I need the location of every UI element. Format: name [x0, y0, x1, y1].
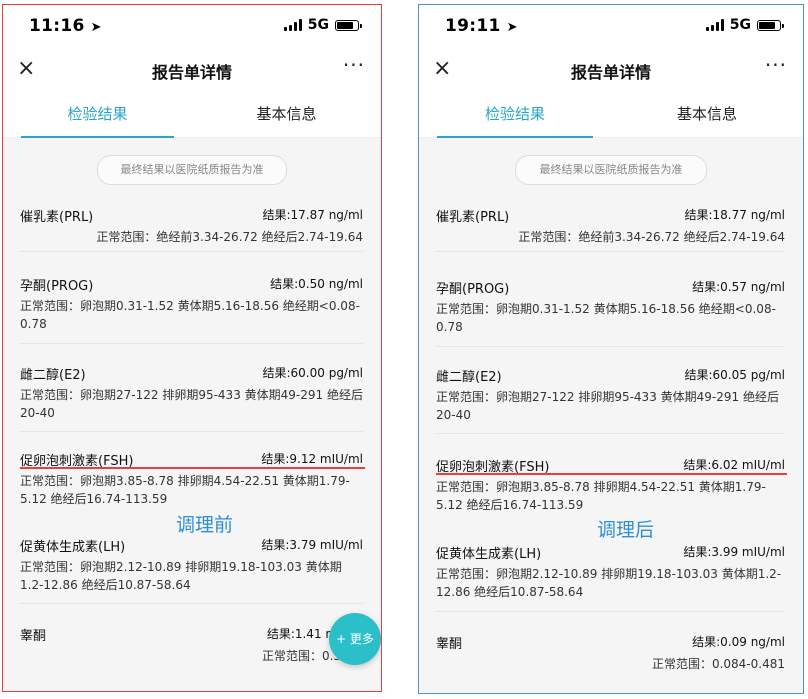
nav-bar: × 报告单详情 ··· [419, 49, 803, 91]
before-label: 调理前 [176, 514, 234, 536]
test-range: 正常范围：卵泡期27-122 排卵期95-433 黄体期49-291 绝经后20… [436, 390, 779, 422]
test-name: 雌二醇(E2) [20, 368, 86, 383]
result-item-prl[interactable]: 催乳素(PRL) 结果:18.77 ng/ml 正常范围：绝经前3.34-26.… [436, 206, 785, 262]
status-bar: 19:11 ➤ 5G [419, 5, 803, 49]
test-result: 结果:1.41 n [266, 627, 333, 641]
test-name: 雌二醇(E2) [436, 370, 502, 385]
result-item-lh[interactable]: 促黄体生成素(LH) 结果:3.99 mIU/ml 正常范围：卵泡期2.12-1… [436, 543, 785, 603]
result-item-testosterone[interactable]: 睾酮 结果:0.09 ng/ml 正常范围：0.084-0.481 [436, 633, 785, 683]
test-name: 催乳素(PRL) [436, 210, 510, 225]
test-name: 睾酮 [20, 629, 47, 644]
test-name: 孕酮(PROG) [20, 279, 94, 294]
test-result: 结果:18.77 ng/ml [684, 208, 785, 222]
notice-pill: 最终结果以医院纸质报告为准 [97, 155, 287, 185]
signal-icon [283, 19, 302, 31]
status-time: 19:11 ➤ [445, 16, 518, 36]
result-item-prl[interactable]: 催乳素(PRL) 结果:17.87 ng/ml 正常范围：绝经前3.34-26.… [20, 206, 363, 262]
result-item-prog[interactable]: 孕酮(PROG) 结果:0.57 ng/ml 正常范围：卵泡期0.31-1.52… [436, 278, 785, 338]
location-arrow-icon: ➤ [90, 20, 102, 35]
test-name: 催乳素(PRL) [20, 210, 94, 225]
more-icon[interactable]: ··· [343, 53, 365, 77]
divider [436, 611, 785, 612]
status-time: 11:16 ➤ [29, 16, 102, 36]
phone-screenshot-before: 11:16 ➤ 5G × 报告单详情 ··· 检验结果 基本信息 最终结果以医院纸… [2, 4, 382, 692]
notice-pill: 最终结果以医院纸质报告为准 [515, 155, 707, 185]
test-result: 结果:0.09 ng/ml [692, 635, 785, 649]
result-item-prog[interactable]: 孕酮(PROG) 结果:0.50 ng/ml 正常范围：卵泡期0.31-1.52… [20, 275, 363, 335]
test-name: 睾酮 [436, 637, 463, 652]
tab-basic-info[interactable]: 基本信息 [611, 91, 803, 137]
tab-bar: 检验结果 基本信息 [419, 91, 803, 138]
tab-basic-info[interactable]: 基本信息 [192, 91, 381, 137]
test-name: 孕酮(PROG) [436, 282, 510, 297]
test-result: 结果:6.02 mIU/ml [683, 458, 785, 472]
divider [20, 343, 363, 344]
result-item-e2[interactable]: 雌二醇(E2) 结果:60.05 pg/ml 正常范围：卵泡期27-122 排卵… [436, 366, 785, 426]
result-item-lh[interactable]: 促黄体生成素(LH) 结果:3.79 mIU/ml 正常范围：卵泡期2.12-1… [20, 536, 363, 596]
network-label: 5G [307, 17, 329, 33]
test-name: 促黄体生成素(LH) [20, 540, 126, 555]
test-range: 正常范围：0.084-0.481 [651, 657, 785, 671]
divider [20, 603, 363, 604]
divider [436, 251, 785, 252]
result-item-fsh[interactable]: 促卵泡刺激素(FSH) 结果:6.02 mIU/ml 正常范围：卵泡期3.85-… [436, 456, 785, 516]
divider [20, 251, 363, 252]
battery-icon [335, 19, 362, 31]
test-result: 结果:9.12 mIU/ml [261, 452, 363, 466]
test-range: 正常范围：绝经前3.34-26.72 绝经后2.74-19.64 [96, 230, 363, 244]
result-item-fsh[interactable]: 促卵泡刺激素(FSH) 结果:9.12 mIU/ml 正常范围：卵泡期3.85-… [20, 450, 363, 510]
test-range: 正常范围：卵泡期3.85-8.78 排卵期4.54-22.51 黄体期1.79-… [436, 480, 766, 512]
network-label: 5G [729, 17, 751, 33]
more-fab-button[interactable]: + 更多 [329, 613, 381, 665]
test-range: 正常范围：绝经前3.34-26.72 绝经后2.74-19.64 [518, 230, 785, 244]
test-result: 结果:60.00 pg/ml [262, 366, 363, 380]
test-result: 结果:0.57 ng/ml [692, 280, 785, 294]
location-arrow-icon: ➤ [506, 20, 518, 35]
test-result: 结果:17.87 ng/ml [262, 208, 363, 222]
results-list: 最终结果以医院纸质报告为准 催乳素(PRL) 结果:17.87 ng/ml 正常… [3, 138, 381, 691]
highlight-underline [436, 473, 787, 475]
status-indicators: 5G [283, 17, 362, 33]
tab-test-results[interactable]: 检验结果 [3, 91, 192, 138]
test-range: 正常范围：卵泡期0.31-1.52 黄体期5.16-18.56 绝经期<0.08… [436, 302, 776, 334]
battery-icon [757, 19, 784, 31]
test-result: 结果:3.99 mIU/ml [683, 545, 785, 559]
test-range: 正常范围：卵泡期0.31-1.52 黄体期5.16-18.56 绝经期<0.08… [20, 299, 360, 331]
tab-test-results[interactable]: 检验结果 [419, 91, 611, 138]
more-icon[interactable]: ··· [765, 53, 787, 77]
status-bar: 11:16 ➤ 5G [3, 5, 381, 49]
status-indicators: 5G [705, 17, 784, 33]
divider [20, 431, 363, 432]
test-result: 结果:60.05 pg/ml [684, 368, 785, 382]
test-range: 正常范围：卵泡期2.12-10.89 排卵期19.18-103.03 黄体期1.… [20, 560, 342, 592]
test-range: 正常范围：卵泡期27-122 排卵期95-433 黄体期49-291 绝经后20… [20, 388, 363, 420]
after-label: 调理后 [597, 519, 655, 541]
test-range: 正常范围：卵泡期2.12-10.89 排卵期19.18-103.03 黄体期1.… [436, 567, 782, 599]
test-result: 结果:0.50 ng/ml [270, 277, 363, 291]
result-item-testosterone[interactable]: 睾酮 结果:1.41 n 正常范围：0.35- [20, 625, 363, 675]
nav-bar: × 报告单详情 ··· [3, 49, 381, 91]
page-title: 报告单详情 [151, 63, 232, 82]
results-list: 最终结果以医院纸质报告为准 催乳素(PRL) 结果:18.77 ng/ml 正常… [419, 138, 803, 693]
tab-bar: 检验结果 基本信息 [3, 91, 381, 138]
highlight-underline [20, 467, 365, 469]
page-title: 报告单详情 [570, 63, 651, 82]
result-item-e2[interactable]: 雌二醇(E2) 结果:60.00 pg/ml 正常范围：卵泡期27-122 排卵… [20, 364, 363, 424]
signal-icon [705, 19, 724, 31]
test-name: 促黄体生成素(LH) [436, 547, 542, 562]
test-range: 正常范围：卵泡期3.85-8.78 排卵期4.54-22.51 黄体期1.79-… [20, 474, 350, 506]
divider [436, 433, 785, 434]
test-result: 结果:3.79 mIU/ml [261, 538, 363, 552]
phone-screenshot-after: 19:11 ➤ 5G × 报告单详情 ··· 检验结果 基本信息 最终结果以医院纸… [418, 4, 804, 694]
divider [436, 346, 785, 347]
